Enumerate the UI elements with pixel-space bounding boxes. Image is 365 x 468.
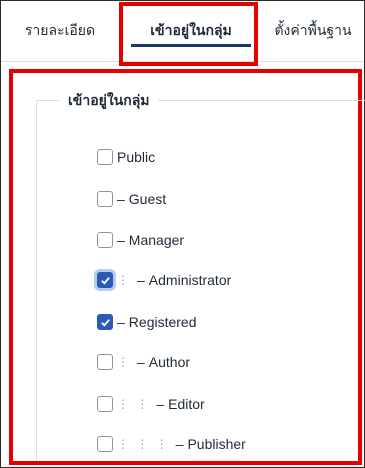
indent-dots: ⋮ ⋮ ⋮ (117, 437, 170, 451)
tab-details[interactable]: รายละเอียด (1, 1, 119, 61)
tab-highlight-box (119, 2, 258, 66)
group-label-author: Author (148, 354, 191, 370)
checkbox-editor[interactable] (97, 396, 113, 412)
tab-details-label: รายละเอียด (24, 22, 96, 38)
indent-dash: – (117, 232, 125, 248)
indent-dash: – (175, 436, 184, 452)
group-row-publisher[interactable]: ⋮ ⋮ ⋮ – Publisher (97, 432, 246, 456)
group-row-registered[interactable]: – Registered (97, 310, 197, 334)
checkbox-registered[interactable] (97, 314, 113, 330)
indent-dash: – (137, 272, 145, 288)
group-row-editor[interactable]: ⋮ ⋮ – Editor (97, 392, 205, 416)
group-row-public[interactable]: Public (97, 145, 155, 169)
group-label-guest: Guest (128, 191, 167, 207)
group-row-administrator[interactable]: ⋮ – Administrator (97, 268, 231, 292)
check-icon (100, 276, 110, 285)
group-row-guest[interactable]: – Guest (97, 187, 166, 211)
indent-dots: ⋮ ⋮ (117, 397, 151, 411)
group-row-author[interactable]: ⋮ – Author (97, 350, 190, 374)
group-label-administrator: Administrator (148, 272, 232, 288)
checkbox-author[interactable] (97, 354, 113, 370)
indent-dash: – (117, 191, 125, 207)
indent-dots: ⋮ (117, 273, 131, 287)
group-fieldset-legend: เข้าอยู่ในกลุ่ม (60, 90, 158, 112)
check-icon (100, 318, 110, 327)
tab-basic-settings[interactable]: ตั้งค่าพื้นฐาน (263, 1, 363, 61)
group-label-publisher: Publisher (187, 436, 246, 452)
checkbox-administrator[interactable] (97, 272, 113, 288)
group-label-registered: Registered (128, 314, 197, 330)
checkbox-public[interactable] (97, 149, 113, 165)
indent-dash: – (117, 314, 125, 330)
group-label-manager: Manager (128, 232, 185, 248)
tab-basic-settings-label: ตั้งค่าพื้นฐาน (274, 22, 352, 38)
group-label-public: Public (117, 149, 156, 165)
group-label-editor: Editor (168, 396, 205, 412)
indent-dash: – (137, 354, 145, 370)
group-row-manager[interactable]: – Manager (97, 228, 184, 252)
indent-dash: – (156, 396, 165, 412)
checkbox-manager[interactable] (97, 232, 113, 248)
checkbox-guest[interactable] (97, 191, 113, 207)
indent-dots: ⋮ (117, 355, 131, 369)
checkbox-publisher[interactable] (97, 436, 113, 452)
